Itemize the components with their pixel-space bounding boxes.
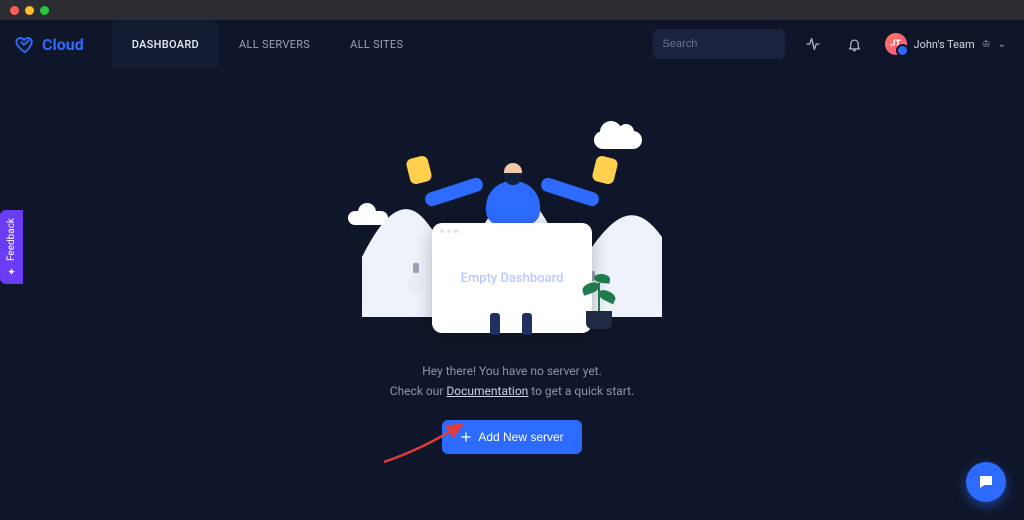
feedback-tab[interactable]: ✦ Feedback (0, 210, 23, 284)
avatar-initials: JT (890, 39, 901, 49)
window-titlebar (0, 0, 1024, 20)
crown-icon: ♔ (982, 39, 991, 50)
nav-tabs: DASHBOARD ALL SERVERS ALL SITES (112, 20, 424, 68)
bell-icon[interactable] (841, 30, 869, 58)
top-header: Cloud DASHBOARD ALL SERVERS ALL SITES JT… (0, 20, 1024, 68)
feedback-icon: ✦ (6, 265, 17, 276)
lightbulb-shape (408, 271, 424, 293)
team-switcher[interactable]: JT John's Team ♔ ⌄ (885, 33, 1006, 55)
search-box[interactable] (653, 29, 785, 59)
chat-icon (977, 473, 995, 491)
add-new-server-button[interactable]: Add New server (442, 420, 581, 454)
empty-illustration: Empty Dashboard (362, 123, 662, 353)
documentation-link[interactable]: Documentation (446, 384, 528, 398)
plus-icon (460, 431, 472, 443)
tab-dashboard[interactable]: DASHBOARD (112, 20, 219, 68)
brand-logo[interactable]: Cloud (14, 33, 84, 55)
empty-card-title: Empty Dashboard (461, 271, 564, 286)
legs-shape (490, 313, 532, 335)
tab-all-sites[interactable]: ALL SITES (330, 20, 423, 68)
brand-name: Cloud (42, 35, 84, 54)
search-input[interactable] (663, 38, 805, 50)
tab-all-servers[interactable]: ALL SERVERS (219, 20, 330, 68)
window-maximize-dot[interactable] (40, 6, 49, 15)
chat-button[interactable] (966, 462, 1006, 502)
feedback-label: Feedback (6, 218, 17, 261)
empty-message: Hey there! You have no server yet. Check… (390, 361, 634, 402)
cloud-shape (594, 131, 642, 149)
add-new-server-label: Add New server (478, 430, 563, 444)
logo-icon (14, 33, 36, 55)
window-close-dot[interactable] (10, 6, 19, 15)
activity-icon[interactable] (799, 30, 827, 58)
chevron-down-icon: ⌄ (998, 39, 1006, 50)
tab-all-servers-label: ALL SERVERS (239, 38, 310, 51)
team-name: John's Team (914, 38, 975, 51)
avatar: JT (885, 33, 907, 55)
tab-all-sites-label: ALL SITES (350, 38, 403, 51)
tab-dashboard-label: DASHBOARD (132, 38, 199, 51)
plant-shape (576, 269, 622, 329)
empty-line2: Check our Documentation to get a quick s… (390, 381, 634, 401)
window-minimize-dot[interactable] (25, 6, 34, 15)
empty-line1: Hey there! You have no server yet. (390, 361, 634, 381)
main-content: Empty Dashboard Hey there! You have no s… (0, 68, 1024, 520)
